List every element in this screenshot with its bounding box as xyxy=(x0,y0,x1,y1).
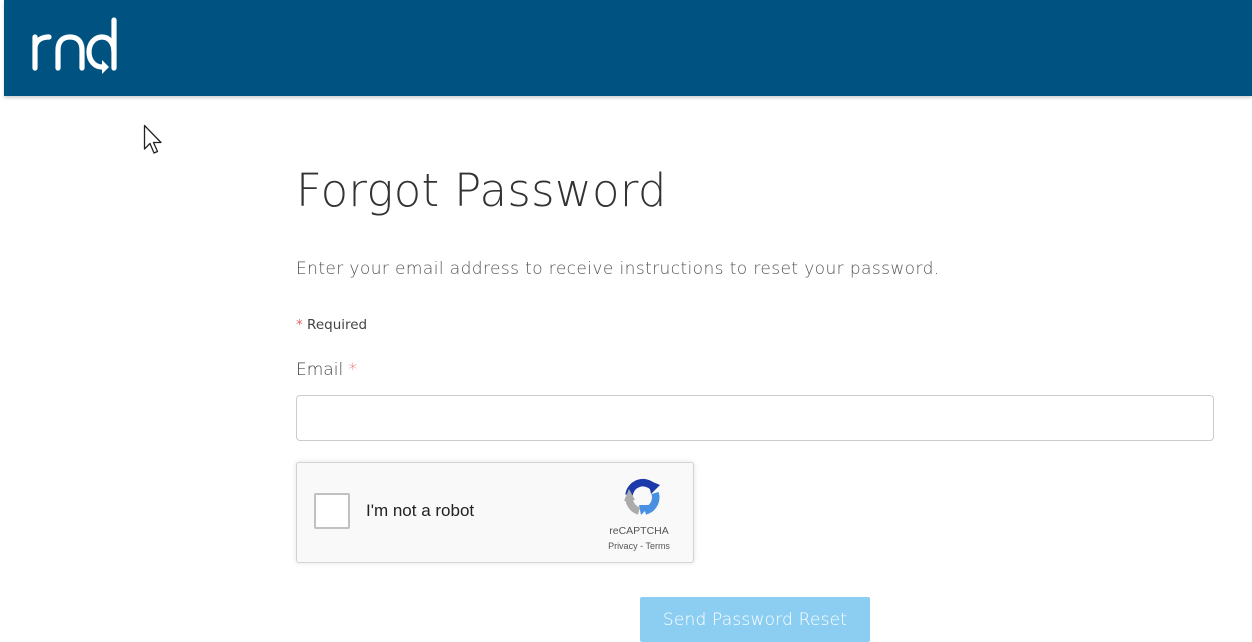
mouse-pointer-icon xyxy=(143,124,162,154)
email-label: Email * xyxy=(296,360,357,380)
email-label-text: Email xyxy=(296,360,344,380)
top-bar xyxy=(4,0,1252,96)
email-input[interactable] xyxy=(296,395,1214,441)
recaptcha-checkbox[interactable] xyxy=(314,493,350,529)
rnd-logo-icon[interactable] xyxy=(32,16,122,76)
required-note-text: Required xyxy=(307,317,368,333)
links-separator: - xyxy=(640,541,644,551)
terms-link[interactable]: Terms xyxy=(645,541,670,551)
recaptcha-label: I'm not a robot xyxy=(366,501,475,520)
recaptcha-logo-icon xyxy=(624,478,660,515)
recaptcha-widget: I'm not a robot reCAPTCHA Privacy - Term… xyxy=(296,462,694,563)
recaptcha-brand: reCAPTCHA xyxy=(609,525,669,537)
required-note: * Required xyxy=(296,317,367,333)
forgot-password-page: Forgot Password Enter your email address… xyxy=(0,0,1252,642)
privacy-link[interactable]: Privacy xyxy=(608,541,638,551)
recaptcha-links: Privacy - Terms xyxy=(589,541,689,551)
instructions-text: Enter your email address to receive inst… xyxy=(296,259,940,279)
send-password-reset-button[interactable]: Send Password Reset xyxy=(640,597,870,642)
required-asterisk: * xyxy=(296,317,303,333)
email-required-asterisk: * xyxy=(348,360,358,380)
page-title: Forgot Password xyxy=(296,164,667,217)
